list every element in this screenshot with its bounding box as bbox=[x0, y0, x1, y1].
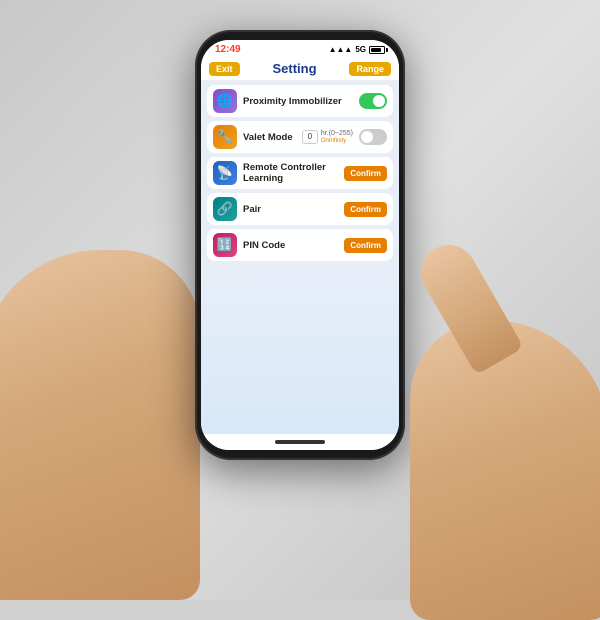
exit-button[interactable]: Exit bbox=[209, 62, 240, 76]
setting-row-pin[interactable]: 🔢 PIN Code Confirm bbox=[207, 229, 393, 261]
remote-icon: 📡 bbox=[213, 161, 237, 185]
range-button[interactable]: Range bbox=[349, 62, 391, 76]
valet-label: Valet Mode bbox=[243, 132, 296, 143]
battery-icon bbox=[369, 46, 385, 54]
pin-label: PIN Code bbox=[243, 240, 338, 251]
app-header: Exit Setting Range bbox=[201, 57, 399, 81]
signal-icon: ▲▲▲ bbox=[329, 45, 353, 54]
bottom-bar bbox=[201, 434, 399, 450]
valet-toggle[interactable] bbox=[359, 129, 387, 145]
status-bar: 12:49 ▲▲▲ 5G bbox=[201, 40, 399, 57]
valet-hint2: OnInfinity bbox=[321, 138, 353, 144]
status-icons: ▲▲▲ 5G bbox=[329, 45, 385, 54]
pair-confirm-button[interactable]: Confirm bbox=[344, 202, 387, 217]
valet-hints: hr.(0~255) OnInfinity bbox=[321, 130, 353, 144]
hand-left bbox=[0, 250, 200, 600]
phone-screen: 12:49 ▲▲▲ 5G Exit Setting Range bbox=[201, 40, 399, 450]
status-time: 12:49 bbox=[215, 44, 241, 55]
home-indicator[interactable] bbox=[275, 440, 325, 444]
valet-hint: hr.(0~255) bbox=[321, 130, 353, 138]
bottom-area bbox=[201, 262, 399, 435]
setting-row-proximity[interactable]: 🌐 Proximity Immobilizer bbox=[207, 85, 393, 117]
pointing-finger bbox=[411, 235, 524, 375]
pin-icon: 🔢 bbox=[213, 233, 237, 257]
header-title: Setting bbox=[272, 61, 316, 76]
5g-label: 5G bbox=[355, 45, 366, 54]
proximity-label: Proximity Immobilizer bbox=[243, 96, 353, 107]
proximity-icon: 🌐 bbox=[213, 89, 237, 113]
pair-label: Pair bbox=[243, 204, 338, 215]
pair-icon: 🔗 bbox=[213, 197, 237, 221]
valet-value[interactable]: 0 bbox=[302, 130, 318, 144]
scene: 12:49 ▲▲▲ 5G Exit Setting Range bbox=[0, 0, 600, 600]
setting-row-remote[interactable]: 📡 Remote Controller Learning Confirm bbox=[207, 157, 393, 189]
battery-fill bbox=[371, 48, 381, 52]
settings-list: 🌐 Proximity Immobilizer 🔧 Valet Mode 0 h… bbox=[201, 81, 399, 262]
pin-confirm-button[interactable]: Confirm bbox=[344, 238, 387, 253]
setting-row-valet[interactable]: 🔧 Valet Mode 0 hr.(0~255) OnInfinity bbox=[207, 121, 393, 153]
remote-label: Remote Controller Learning bbox=[243, 162, 338, 184]
valet-icon: 🔧 bbox=[213, 125, 237, 149]
remote-confirm-button[interactable]: Confirm bbox=[344, 166, 387, 181]
proximity-toggle[interactable] bbox=[359, 93, 387, 109]
setting-row-pair[interactable]: 🔗 Pair Confirm bbox=[207, 193, 393, 225]
hand-right bbox=[410, 320, 600, 620]
phone: 12:49 ▲▲▲ 5G Exit Setting Range bbox=[195, 30, 405, 460]
valet-input: 0 hr.(0~255) OnInfinity bbox=[302, 130, 353, 144]
